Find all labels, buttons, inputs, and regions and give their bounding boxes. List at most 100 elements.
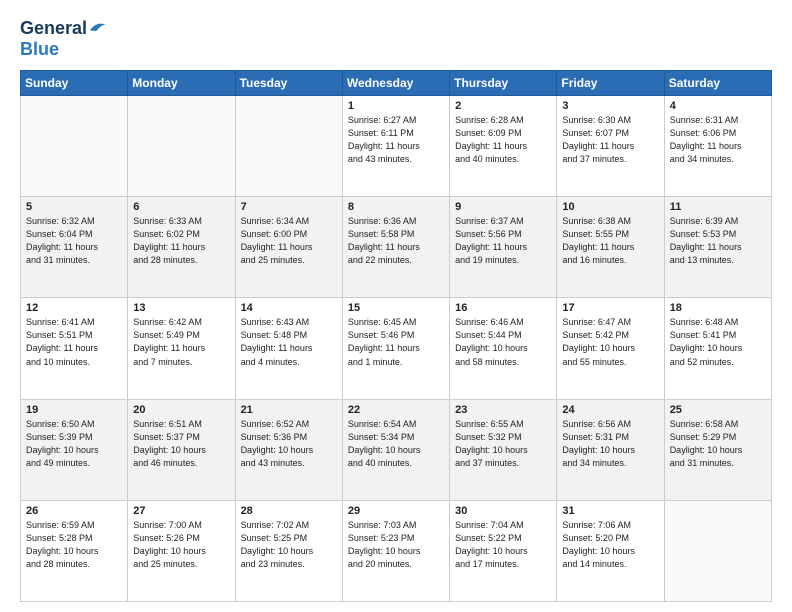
calendar-cell: 29Sunrise: 7:03 AM Sunset: 5:23 PM Dayli… bbox=[342, 500, 449, 601]
calendar-cell: 23 Sunrise: 6:55 AM Sunset: 5:32 PM Dayli… bbox=[450, 399, 557, 500]
calendar-cell: 22 Sunrise: 6:54 AM Sunset: 5:34 PM Dayli… bbox=[342, 399, 449, 500]
day-number: 9 bbox=[455, 201, 551, 213]
day-info: Sunrise: 6:33 AM Sunset: 6:02 PM Dayligh… bbox=[133, 215, 229, 267]
calendar-cell bbox=[21, 96, 128, 197]
day-number: 2 bbox=[455, 100, 551, 112]
calendar-table: SundayMondayTuesdayWednesdayThursdayFrid… bbox=[20, 70, 772, 602]
calendar-cell: 27 Sunrise: 7:00 AM Sunset: 5:26 PM Dayli… bbox=[128, 500, 235, 601]
day-info: Sunrise: 7:02 AM Sunset: 5:25 PM Dayligh… bbox=[241, 519, 337, 571]
day-number: 14 bbox=[241, 302, 337, 314]
day-number: 28 bbox=[241, 505, 337, 517]
day-info: Sunrise: 6:27 AM Sunset: 6:11 PM Dayligh… bbox=[348, 114, 444, 166]
day-number: 20 bbox=[133, 404, 229, 416]
calendar-cell: 3 Sunrise: 6:30 AM Sunset: 6:07 PM Daylig… bbox=[557, 96, 664, 197]
calendar-cell: 28 Sunrise: 7:02 AM Sunset: 5:25 PM Dayli… bbox=[235, 500, 342, 601]
day-info: Sunrise: 7:06 AM Sunset: 5:20 PM Dayligh… bbox=[562, 519, 658, 571]
day-number: 30 bbox=[455, 505, 551, 517]
day-info: Sunrise: 6:39 AM Sunset: 5:53 PM Dayligh… bbox=[670, 215, 766, 267]
logo-general: General bbox=[20, 18, 87, 39]
calendar-cell: 12 Sunrise: 6:41 AM Sunset: 5:51 PM Dayli… bbox=[21, 298, 128, 399]
calendar-cell bbox=[664, 500, 771, 601]
day-info: Sunrise: 6:55 AM Sunset: 5:32 PM Dayligh… bbox=[455, 418, 551, 470]
day-info: Sunrise: 6:59 AM Sunset: 5:28 PM Dayligh… bbox=[26, 519, 122, 571]
day-info: Sunrise: 6:52 AM Sunset: 5:36 PM Dayligh… bbox=[241, 418, 337, 470]
calendar-cell: 14 Sunrise: 6:43 AM Sunset: 5:48 PM Dayli… bbox=[235, 298, 342, 399]
day-info: Sunrise: 6:30 AM Sunset: 6:07 PM Dayligh… bbox=[562, 114, 658, 166]
day-number: 25 bbox=[670, 404, 766, 416]
day-info: Sunrise: 7:00 AM Sunset: 5:26 PM Dayligh… bbox=[133, 519, 229, 571]
day-info: Sunrise: 6:32 AM Sunset: 6:04 PM Dayligh… bbox=[26, 215, 122, 267]
day-number: 8 bbox=[348, 201, 444, 213]
calendar-cell: 19 Sunrise: 6:50 AM Sunset: 5:39 PM Dayli… bbox=[21, 399, 128, 500]
day-info: Sunrise: 6:54 AM Sunset: 5:34 PM Dayligh… bbox=[348, 418, 444, 470]
calendar-row-4: 19 Sunrise: 6:50 AM Sunset: 5:39 PM Dayli… bbox=[21, 399, 772, 500]
day-info: Sunrise: 6:56 AM Sunset: 5:31 PM Dayligh… bbox=[562, 418, 658, 470]
calendar-cell: 7 Sunrise: 6:34 AM Sunset: 6:00 PM Daylig… bbox=[235, 197, 342, 298]
calendar-cell: 9Sunrise: 6:37 AM Sunset: 5:56 PM Daylig… bbox=[450, 197, 557, 298]
day-number: 27 bbox=[133, 505, 229, 517]
weekday-header-thursday: Thursday bbox=[450, 71, 557, 96]
calendar-row-2: 5 Sunrise: 6:32 AM Sunset: 6:04 PM Daylig… bbox=[21, 197, 772, 298]
calendar-cell bbox=[235, 96, 342, 197]
calendar-cell: 21 Sunrise: 6:52 AM Sunset: 5:36 PM Dayli… bbox=[235, 399, 342, 500]
day-info: Sunrise: 6:45 AM Sunset: 5:46 PM Dayligh… bbox=[348, 316, 444, 368]
day-number: 6 bbox=[133, 201, 229, 213]
calendar-cell: 30 Sunrise: 7:04 AM Sunset: 5:22 PM Dayli… bbox=[450, 500, 557, 601]
page: GeneralBlue SundayMondayTuesdayWednesday… bbox=[0, 0, 792, 612]
calendar-cell: 17 Sunrise: 6:47 AM Sunset: 5:42 PM Dayli… bbox=[557, 298, 664, 399]
calendar-cell: 10 Sunrise: 6:38 AM Sunset: 5:55 PM Dayli… bbox=[557, 197, 664, 298]
day-info: Sunrise: 6:38 AM Sunset: 5:55 PM Dayligh… bbox=[562, 215, 658, 267]
day-number: 11 bbox=[670, 201, 766, 213]
weekday-header-row: SundayMondayTuesdayWednesdayThursdayFrid… bbox=[21, 71, 772, 96]
weekday-header-saturday: Saturday bbox=[664, 71, 771, 96]
calendar-row-5: 26 Sunrise: 6:59 AM Sunset: 5:28 PM Dayli… bbox=[21, 500, 772, 601]
day-info: Sunrise: 6:36 AM Sunset: 5:58 PM Dayligh… bbox=[348, 215, 444, 267]
weekday-header-friday: Friday bbox=[557, 71, 664, 96]
calendar-cell: 31Sunrise: 7:06 AM Sunset: 5:20 PM Dayli… bbox=[557, 500, 664, 601]
calendar-cell: 25 Sunrise: 6:58 AM Sunset: 5:29 PM Dayli… bbox=[664, 399, 771, 500]
day-info: Sunrise: 6:31 AM Sunset: 6:06 PM Dayligh… bbox=[670, 114, 766, 166]
day-number: 26 bbox=[26, 505, 122, 517]
day-info: Sunrise: 7:04 AM Sunset: 5:22 PM Dayligh… bbox=[455, 519, 551, 571]
day-number: 7 bbox=[241, 201, 337, 213]
day-info: Sunrise: 6:41 AM Sunset: 5:51 PM Dayligh… bbox=[26, 316, 122, 368]
calendar-cell: 2 Sunrise: 6:28 AM Sunset: 6:09 PM Daylig… bbox=[450, 96, 557, 197]
weekday-header-tuesday: Tuesday bbox=[235, 71, 342, 96]
day-info: Sunrise: 6:42 AM Sunset: 5:49 PM Dayligh… bbox=[133, 316, 229, 368]
logo: GeneralBlue bbox=[20, 18, 107, 60]
calendar-row-3: 12 Sunrise: 6:41 AM Sunset: 5:51 PM Dayli… bbox=[21, 298, 772, 399]
calendar-cell: 15 Sunrise: 6:45 AM Sunset: 5:46 PM Dayli… bbox=[342, 298, 449, 399]
day-number: 16 bbox=[455, 302, 551, 314]
day-number: 29 bbox=[348, 505, 444, 517]
header: GeneralBlue bbox=[20, 18, 772, 60]
day-number: 21 bbox=[241, 404, 337, 416]
logo-bird-icon bbox=[89, 20, 107, 34]
day-number: 5 bbox=[26, 201, 122, 213]
calendar-cell: 24Sunrise: 6:56 AM Sunset: 5:31 PM Dayli… bbox=[557, 399, 664, 500]
day-info: Sunrise: 6:46 AM Sunset: 5:44 PM Dayligh… bbox=[455, 316, 551, 368]
day-number: 3 bbox=[562, 100, 658, 112]
day-info: Sunrise: 6:28 AM Sunset: 6:09 PM Dayligh… bbox=[455, 114, 551, 166]
day-info: Sunrise: 6:50 AM Sunset: 5:39 PM Dayligh… bbox=[26, 418, 122, 470]
day-number: 1 bbox=[348, 100, 444, 112]
day-number: 12 bbox=[26, 302, 122, 314]
day-number: 23 bbox=[455, 404, 551, 416]
calendar-cell: 26 Sunrise: 6:59 AM Sunset: 5:28 PM Dayli… bbox=[21, 500, 128, 601]
day-info: Sunrise: 6:43 AM Sunset: 5:48 PM Dayligh… bbox=[241, 316, 337, 368]
day-info: Sunrise: 6:47 AM Sunset: 5:42 PM Dayligh… bbox=[562, 316, 658, 368]
calendar-row-1: 1 Sunrise: 6:27 AM Sunset: 6:11 PM Daylig… bbox=[21, 96, 772, 197]
calendar-cell: 6 Sunrise: 6:33 AM Sunset: 6:02 PM Daylig… bbox=[128, 197, 235, 298]
day-number: 19 bbox=[26, 404, 122, 416]
calendar-cell bbox=[128, 96, 235, 197]
weekday-header-sunday: Sunday bbox=[21, 71, 128, 96]
day-number: 15 bbox=[348, 302, 444, 314]
calendar-cell: 18Sunrise: 6:48 AM Sunset: 5:41 PM Dayli… bbox=[664, 298, 771, 399]
day-number: 10 bbox=[562, 201, 658, 213]
weekday-header-wednesday: Wednesday bbox=[342, 71, 449, 96]
day-info: Sunrise: 6:58 AM Sunset: 5:29 PM Dayligh… bbox=[670, 418, 766, 470]
day-number: 22 bbox=[348, 404, 444, 416]
day-number: 17 bbox=[562, 302, 658, 314]
logo-blue: Blue bbox=[20, 39, 59, 60]
day-info: Sunrise: 6:34 AM Sunset: 6:00 PM Dayligh… bbox=[241, 215, 337, 267]
day-number: 18 bbox=[670, 302, 766, 314]
